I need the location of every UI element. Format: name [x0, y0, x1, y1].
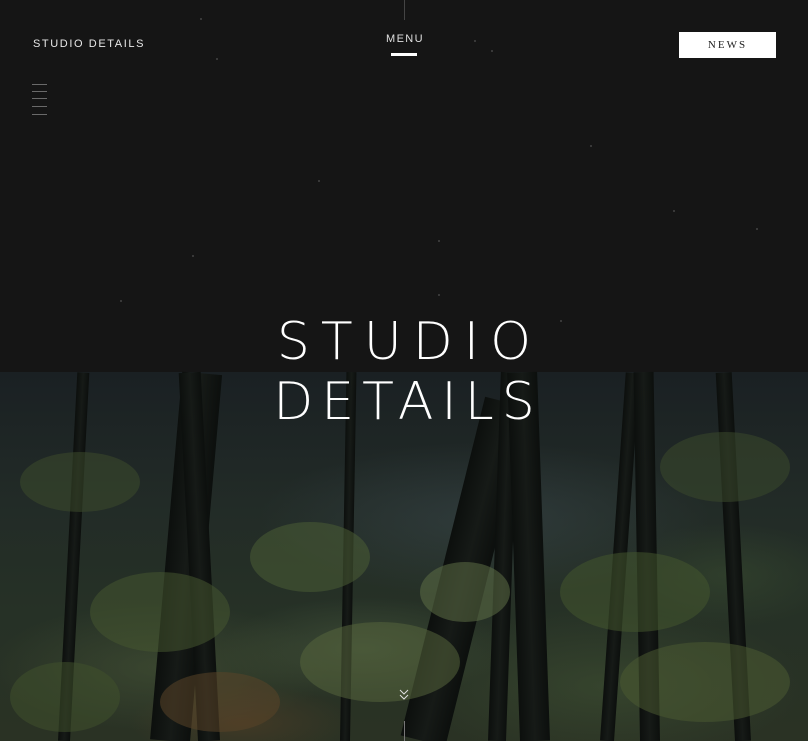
hamburger-lines-icon[interactable] [32, 84, 47, 116]
logo-line-2: DETAILS [273, 372, 543, 432]
menu-button[interactable]: MENU [384, 33, 426, 45]
menu-underline [391, 53, 417, 56]
news-button[interactable]: NEWS [679, 32, 776, 58]
page: STUDIO DETAILS MENU NEWS STUDIO DETAILS [0, 0, 808, 741]
brand-link[interactable]: STUDIO DETAILS [33, 38, 145, 50]
top-divider-line [404, 0, 405, 20]
logo-line-1: STUDIO [276, 312, 543, 372]
studio-details-logo: STUDIO DETAILS [254, 312, 554, 432]
bottom-divider-line [404, 721, 405, 741]
double-chevron-down-icon[interactable] [398, 688, 410, 702]
